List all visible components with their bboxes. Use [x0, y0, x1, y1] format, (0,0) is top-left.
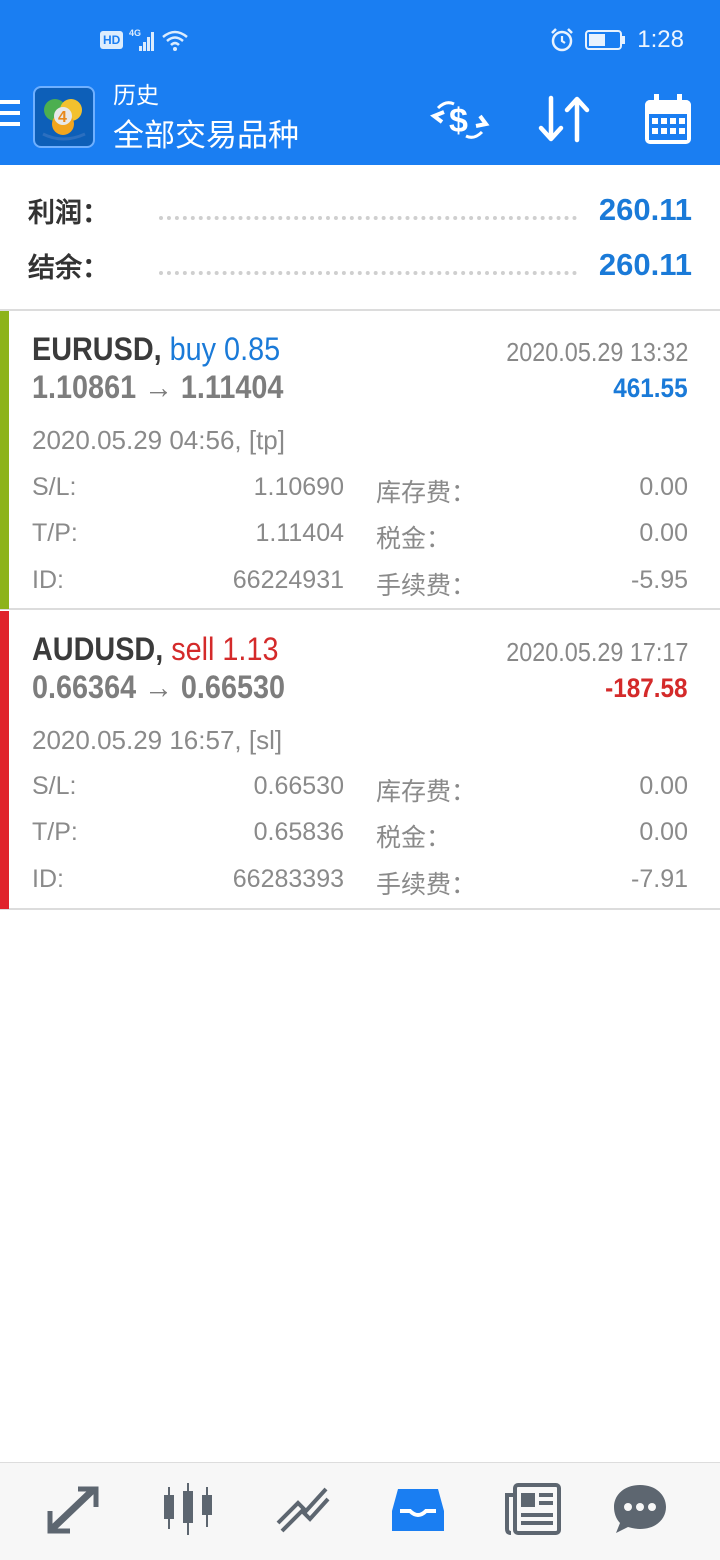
trade-symbol: AUDUSD	[32, 631, 156, 667]
menu-button[interactable]	[0, 100, 22, 132]
trade-profit: 461.55	[613, 373, 688, 403]
price-arrow: →	[144, 669, 173, 705]
commission-label: 手续费：	[376, 571, 477, 600]
sl-value: 0.66530	[253, 772, 344, 800]
currency-exchange-icon[interactable]: $	[430, 92, 490, 148]
trade-symbol: EURUSD	[32, 331, 154, 367]
chat-icon[interactable]	[610, 1481, 670, 1537]
trade-side: sell 1.13	[171, 631, 279, 667]
commission-value: -5.95	[631, 566, 688, 594]
sort-icon[interactable]	[535, 92, 595, 148]
symbol-separator: ,	[155, 631, 164, 667]
status-left: HD 4G	[100, 28, 191, 52]
id-value: 66283393	[232, 865, 344, 893]
swap-value: 0.00	[639, 473, 688, 501]
tp-label: T/P:	[32, 519, 78, 547]
trade-icon[interactable]	[44, 1481, 104, 1537]
history-icon[interactable]	[388, 1481, 448, 1537]
close-price: 0.66530	[180, 669, 286, 705]
top-bar: HD 4G 1:28 4 历史 全部交易品种 $	[0, 0, 720, 165]
commission-value: -7.91	[631, 865, 688, 893]
trade-side: buy 0.85	[169, 331, 281, 367]
quotes-chart-icon[interactable]	[158, 1481, 218, 1537]
swap-label: 库存费：	[376, 777, 477, 806]
id-label: ID:	[32, 566, 64, 594]
dotted-leader	[159, 271, 577, 275]
sl-label: S/L:	[32, 473, 77, 501]
swap-value: 0.00	[639, 772, 688, 800]
svg-text:$: $	[449, 102, 468, 140]
symbol-filter-label[interactable]: 全部交易品种	[113, 116, 299, 156]
chart-icon[interactable]	[272, 1481, 332, 1537]
status-right: 1:28	[549, 26, 684, 54]
profit-value: 260.11	[598, 192, 692, 227]
open-price: 0.66364	[32, 669, 137, 705]
hd-icon: HD	[100, 31, 124, 49]
trade-symbol-line: AUDUSD, sell 1.13	[32, 631, 278, 668]
status-time: 1:28	[637, 26, 684, 53]
status-bar: HD 4G 1:28	[0, 0, 720, 82]
bottom-navigation	[0, 1462, 720, 1560]
trade-symbol-line: EURUSD, buy 0.85	[32, 331, 280, 368]
balance-value: 260.11	[598, 247, 692, 282]
balance-label: 结余：	[28, 252, 109, 284]
news-icon[interactable]	[503, 1481, 563, 1537]
id-label: ID:	[32, 865, 64, 893]
symbol-separator: ,	[153, 331, 162, 367]
balance-row: 结余： 260.11	[28, 240, 692, 290]
metatrader-logo-icon[interactable]: 4	[33, 86, 95, 148]
id-value: 66224931	[232, 566, 344, 594]
sl-value: 1.10690	[253, 473, 344, 501]
trade-item[interactable]: AUDUSD, sell 1.13 2020.05.29 17:17 0.663…	[0, 611, 720, 910]
tax-value: 0.00	[639, 519, 688, 547]
tp-label: T/P:	[32, 818, 78, 846]
trade-open-time: 2020.05.29 16:57, [sl]	[32, 725, 283, 755]
summary-panel: 利润： 260.11 结余： 260.11	[0, 165, 720, 311]
commission-label: 手续费：	[376, 870, 477, 899]
app-title: 历史	[113, 83, 159, 109]
app-bar: 4 历史 全部交易品种 $	[0, 82, 720, 165]
tax-label: 税金：	[376, 823, 452, 852]
signal-label: 4G	[129, 28, 141, 38]
swap-label: 库存费：	[376, 478, 477, 507]
price-arrow: →	[144, 369, 173, 405]
dotted-leader	[159, 216, 577, 220]
tp-value: 0.65836	[253, 818, 344, 846]
tax-label: 税金：	[376, 524, 452, 553]
trade-prices: 1.10861 → 1.11404	[32, 369, 283, 406]
trade-profit: -187.58	[605, 673, 688, 703]
alarm-icon	[551, 28, 574, 52]
battery-icon	[585, 30, 626, 50]
calendar-icon[interactable]	[638, 92, 698, 148]
tp-value: 1.11404	[255, 519, 344, 547]
sl-label: S/L:	[32, 772, 77, 800]
profit-row: 利润： 260.11	[28, 185, 692, 235]
trade-close-time: 2020.05.29 13:32	[505, 337, 688, 367]
signal-icon: 4G	[129, 28, 155, 51]
trade-item[interactable]: EURUSD, buy 0.85 2020.05.29 13:32 1.1086…	[0, 311, 720, 610]
svg-text:4: 4	[58, 109, 67, 126]
profit-label: 利润：	[28, 197, 109, 229]
trade-close-time: 2020.05.29 17:17	[505, 637, 688, 667]
trade-open-time: 2020.05.29 04:56, [tp]	[32, 425, 285, 455]
wifi-icon	[162, 30, 189, 51]
trade-prices: 0.66364 → 0.66530	[32, 669, 285, 706]
open-price: 1.10861	[32, 369, 137, 405]
trade-side-bar	[0, 611, 9, 909]
trade-side-bar	[0, 311, 9, 609]
tax-value: 0.00	[639, 818, 688, 846]
close-price: 1.11404	[180, 369, 284, 405]
